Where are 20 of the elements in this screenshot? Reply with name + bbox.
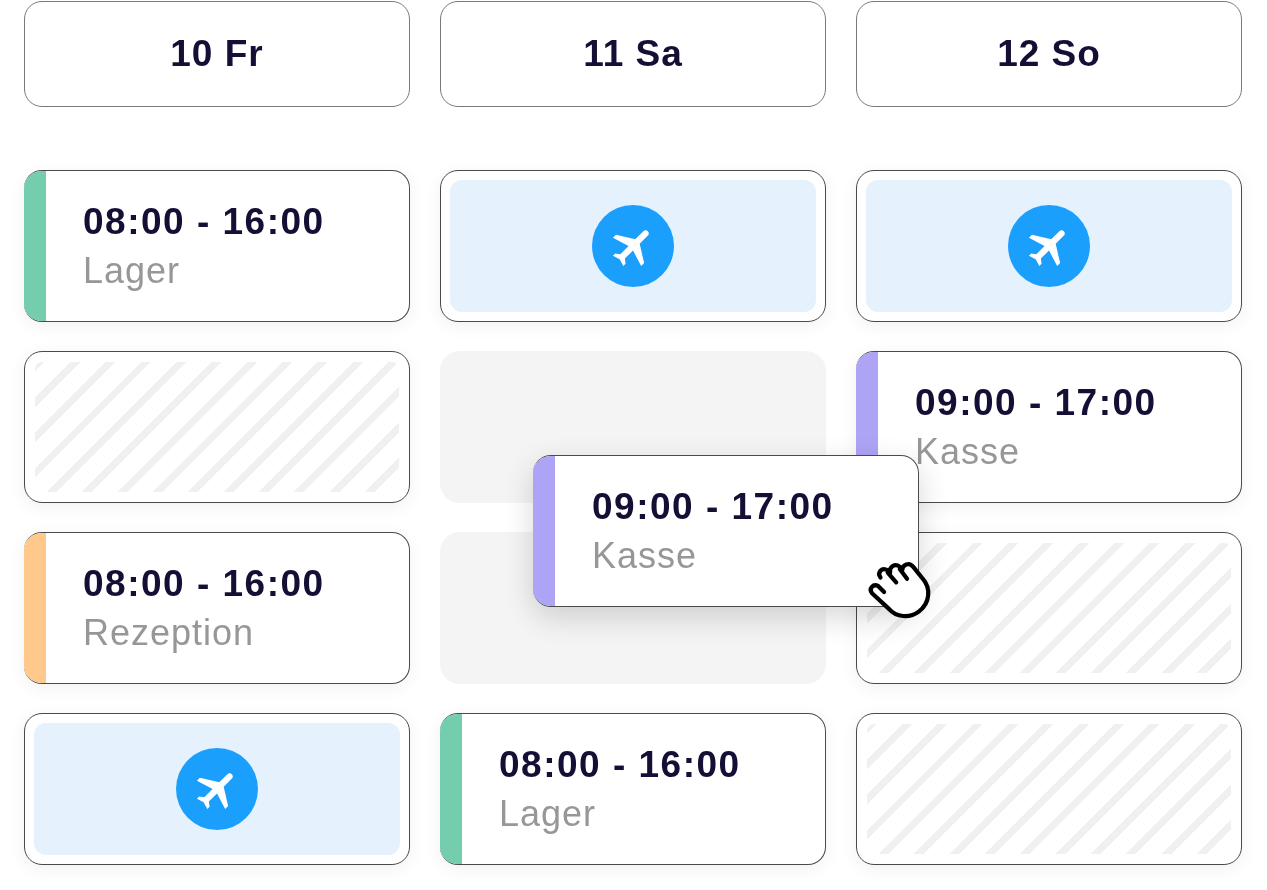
shift-time: 08:00 - 16:00 <box>83 200 325 244</box>
shift-location: Lager <box>83 249 182 293</box>
shift-card[interactable]: 08:00 - 16:00 Rezeption <box>24 532 410 684</box>
airplane-icon <box>1008 205 1090 287</box>
shift-location: Lager <box>499 792 598 836</box>
day-header: 12 So <box>856 1 1242 107</box>
shift-location: Kasse <box>592 534 699 578</box>
airplane-icon <box>176 748 258 830</box>
shift-time: 09:00 - 17:00 <box>915 381 1157 425</box>
day-header: 11 Sa <box>440 1 826 107</box>
shift-card[interactable]: 08:00 - 16:00 Lager <box>24 170 410 322</box>
shift-card[interactable]: 08:00 - 16:00 Lager <box>440 713 826 865</box>
shift-time: 09:00 - 17:00 <box>592 485 834 529</box>
shift-card[interactable]: 09:00 - 17:00 Kasse <box>856 351 1242 503</box>
day-header: 10 Fr <box>24 1 410 107</box>
airplane-icon <box>592 205 674 287</box>
shift-location: Rezeption <box>83 611 256 655</box>
shift-time: 08:00 - 16:00 <box>83 562 325 606</box>
shift-time: 08:00 - 16:00 <box>499 743 741 787</box>
dragged-shift-card[interactable]: 09:00 - 17:00 Kasse <box>533 455 919 607</box>
